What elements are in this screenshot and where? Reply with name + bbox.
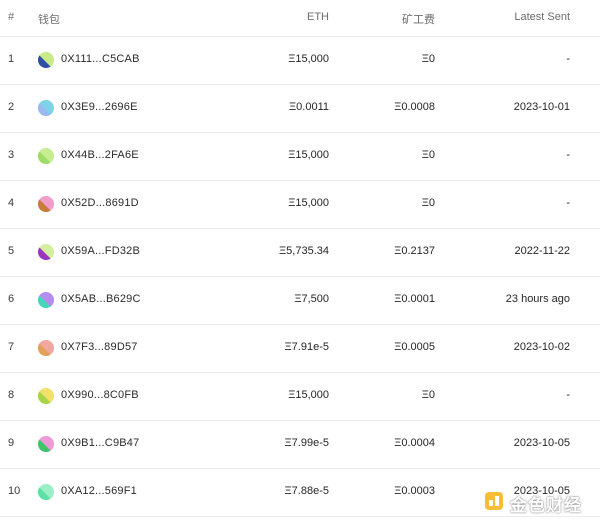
header-eth[interactable]: ETH bbox=[307, 11, 329, 23]
row-index: 10 bbox=[8, 485, 21, 497]
row-index: 8 bbox=[8, 389, 15, 401]
gas-fee: Ξ0 bbox=[421, 53, 435, 65]
table-row[interactable]: 9 0X9B1...C9B47 Ξ7.99e-5 Ξ0.0004 2023-10-05 bbox=[0, 420, 600, 469]
eth-balance: Ξ7.91e-5 bbox=[284, 341, 329, 353]
header-wallet[interactable]: 钱包 bbox=[38, 11, 60, 27]
gas-fee: Ξ0 bbox=[421, 197, 435, 209]
gas-fee: Ξ0.0003 bbox=[394, 485, 435, 497]
latest-sent: - bbox=[566, 53, 570, 65]
row-index: 3 bbox=[8, 149, 15, 161]
wallet-address-link[interactable]: 0X9B1...C9B47 bbox=[61, 437, 139, 449]
wallet-address-link[interactable]: 0XA12...569F1 bbox=[61, 485, 137, 497]
header-latest-sent[interactable]: Latest Sent bbox=[514, 11, 570, 23]
gas-fee: Ξ0.0004 bbox=[394, 437, 435, 449]
eth-balance: Ξ7.88e-5 bbox=[284, 485, 329, 497]
gas-fee: Ξ0.0005 bbox=[394, 341, 435, 353]
row-index: 6 bbox=[8, 293, 15, 305]
latest-sent: 2023-10-05 bbox=[513, 437, 570, 449]
table-row[interactable]: 2 0X3E9...2696E Ξ0.0011 Ξ0.0008 2023-10-01 bbox=[0, 84, 600, 133]
eth-balance: Ξ15,000 bbox=[288, 53, 329, 65]
row-index: 1 bbox=[8, 53, 15, 65]
latest-sent: 2022-11-22 bbox=[514, 245, 570, 257]
gas-fee: Ξ0 bbox=[421, 389, 435, 401]
wallet-avatar-icon bbox=[38, 292, 54, 308]
wallet-address-link[interactable]: 0X990...8C0FB bbox=[61, 389, 139, 401]
wallet-address-link[interactable]: 0X44B...2FA6E bbox=[61, 149, 139, 161]
table-row[interactable]: 5 0X59A...FD32B Ξ5,735.34 Ξ0.2137 2022-11-22 bbox=[0, 228, 600, 277]
wallet-address-link[interactable]: 0X5AB...B629C bbox=[61, 293, 141, 305]
row-index: 4 bbox=[8, 197, 15, 209]
table-row[interactable]: 1 0X111...C5CAB Ξ15,000 Ξ0 - bbox=[0, 36, 600, 85]
wallet-address-link[interactable]: 0X111...C5CAB bbox=[61, 53, 140, 65]
table-row[interactable]: 3 0X44B...2FA6E Ξ15,000 Ξ0 - bbox=[0, 132, 600, 181]
wallet-avatar-icon bbox=[38, 196, 54, 212]
wallet-avatar-icon bbox=[38, 484, 54, 500]
watermark: 金色财经 bbox=[480, 486, 598, 516]
latest-sent: - bbox=[566, 389, 570, 401]
eth-balance: Ξ7,500 bbox=[294, 293, 329, 305]
table-header: # 钱包 ETH 矿工费 Latest Sent bbox=[0, 0, 600, 37]
latest-sent: - bbox=[566, 149, 570, 161]
row-index: 7 bbox=[8, 341, 15, 353]
watermark-text: 金色财经 bbox=[510, 496, 582, 515]
latest-sent: 2023-10-01 bbox=[513, 101, 570, 113]
row-index: 9 bbox=[8, 437, 15, 449]
wallet-table: # 钱包 ETH 矿工费 Latest Sent 1 0X111...C5CAB Ξ… bbox=[0, 0, 600, 522]
eth-balance: Ξ7.99e-5 bbox=[284, 437, 329, 449]
eth-balance: Ξ15,000 bbox=[288, 197, 329, 209]
eth-balance: Ξ15,000 bbox=[288, 149, 329, 161]
table-row[interactable]: 8 0X990...8C0FB Ξ15,000 Ξ0 - bbox=[0, 372, 600, 421]
wallet-address-link[interactable]: 0X52D...8691D bbox=[61, 197, 139, 209]
wallet-avatar-icon bbox=[38, 148, 54, 164]
wallet-avatar-icon bbox=[38, 100, 54, 116]
gas-fee: Ξ0.0008 bbox=[394, 101, 435, 113]
eth-balance: Ξ0.0011 bbox=[289, 101, 329, 113]
header-fee[interactable]: 矿工费 bbox=[402, 11, 435, 27]
wallet-avatar-icon bbox=[38, 340, 54, 356]
row-index: 5 bbox=[8, 245, 15, 257]
latest-sent: 23 hours ago bbox=[505, 293, 570, 305]
eth-balance: Ξ5,735.34 bbox=[279, 245, 329, 257]
eth-balance: Ξ15,000 bbox=[288, 389, 329, 401]
header-index[interactable]: # bbox=[8, 11, 14, 23]
wallet-avatar-icon bbox=[38, 436, 54, 452]
table-row[interactable]: 7 0X7F3...89D57 Ξ7.91e-5 Ξ0.0005 2023-10-02 bbox=[0, 324, 600, 373]
row-index: 2 bbox=[8, 101, 15, 113]
gas-fee: Ξ0 bbox=[421, 149, 435, 161]
wallet-address-link[interactable]: 0X59A...FD32B bbox=[61, 245, 140, 257]
wallet-avatar-icon bbox=[38, 244, 54, 260]
jinse-logo-icon bbox=[485, 492, 503, 510]
latest-sent: 2023-10-02 bbox=[513, 341, 570, 353]
latest-sent: - bbox=[566, 197, 570, 209]
gas-fee: Ξ0.2137 bbox=[394, 245, 435, 257]
wallet-avatar-icon bbox=[38, 388, 54, 404]
gas-fee: Ξ0.0001 bbox=[394, 293, 435, 305]
wallet-avatar-icon bbox=[38, 52, 54, 68]
wallet-address-link[interactable]: 0X7F3...89D57 bbox=[61, 341, 138, 353]
table-row[interactable]: 4 0X52D...8691D Ξ15,000 Ξ0 - bbox=[0, 180, 600, 229]
wallet-address-link[interactable]: 0X3E9...2696E bbox=[61, 101, 138, 113]
table-row[interactable]: 6 0X5AB...B629C Ξ7,500 Ξ0.0001 23 hours ago bbox=[0, 276, 600, 325]
